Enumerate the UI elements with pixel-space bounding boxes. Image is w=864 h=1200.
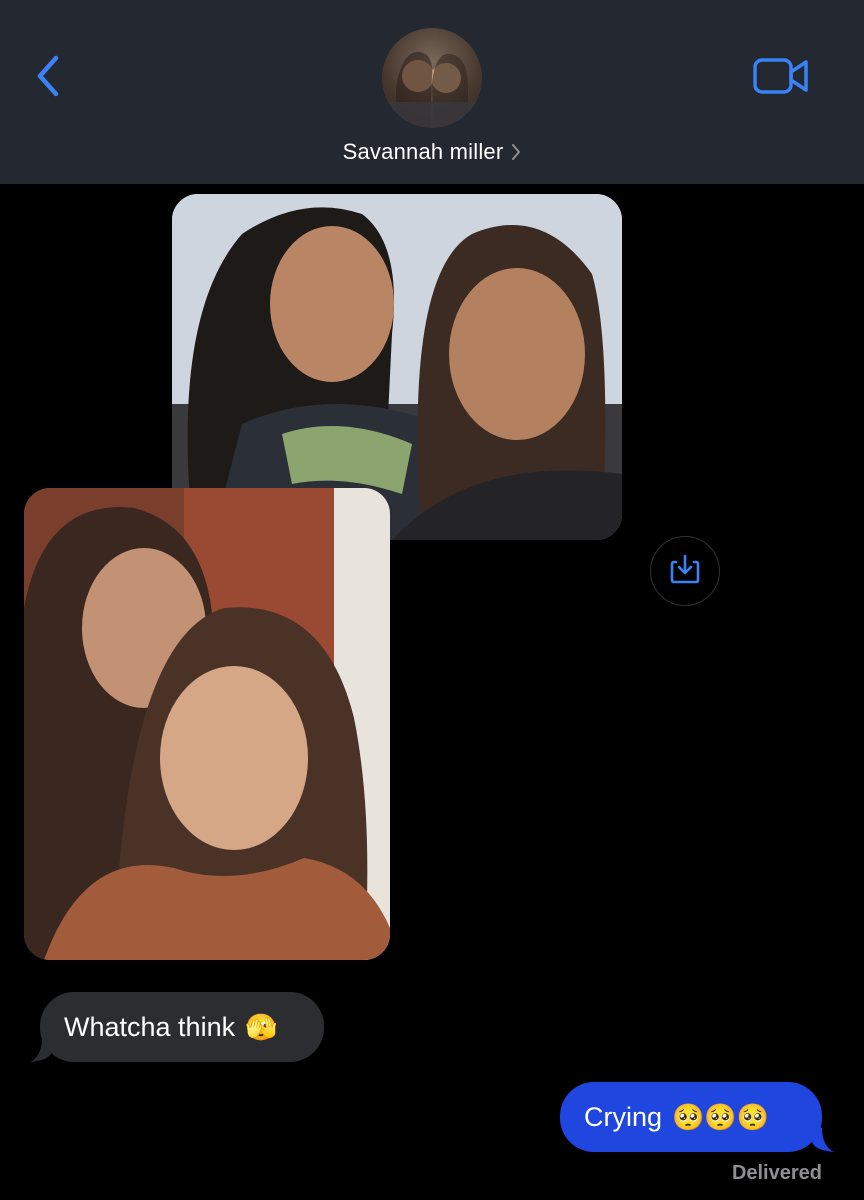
- download-icon: [668, 552, 702, 591]
- video-call-button[interactable]: [750, 56, 812, 100]
- chevron-right-icon: [511, 143, 521, 161]
- contact-avatar[interactable]: [382, 28, 482, 128]
- message-text: Crying: [584, 1101, 663, 1132]
- photo-message-2[interactable]: [24, 488, 390, 960]
- delivery-status: Delivered: [731, 1162, 822, 1184]
- save-photo-button[interactable]: [650, 536, 720, 606]
- back-button[interactable]: [26, 52, 70, 104]
- face-peeking-emoji: 🫣: [245, 1011, 278, 1042]
- sent-message-bubble[interactable]: Crying 🥺🥺🥺: [560, 1082, 822, 1152]
- message-text: Whatcha think: [64, 1011, 236, 1042]
- received-message-bubble[interactable]: Whatcha think 🫣: [40, 992, 324, 1062]
- contact-name: Savannah miller: [342, 139, 504, 164]
- chevron-left-icon: [34, 54, 62, 103]
- video-camera-icon: [753, 57, 809, 100]
- contact-details-link[interactable]: Savannah miller: [0, 136, 864, 168]
- messages-screen: Savannah miller Whatcha think 🫣 Crying 🥺…: [0, 0, 864, 1200]
- pleading-face-emoji: 🥺🥺🥺: [672, 1101, 770, 1132]
- conversation-header: Savannah miller: [0, 0, 864, 184]
